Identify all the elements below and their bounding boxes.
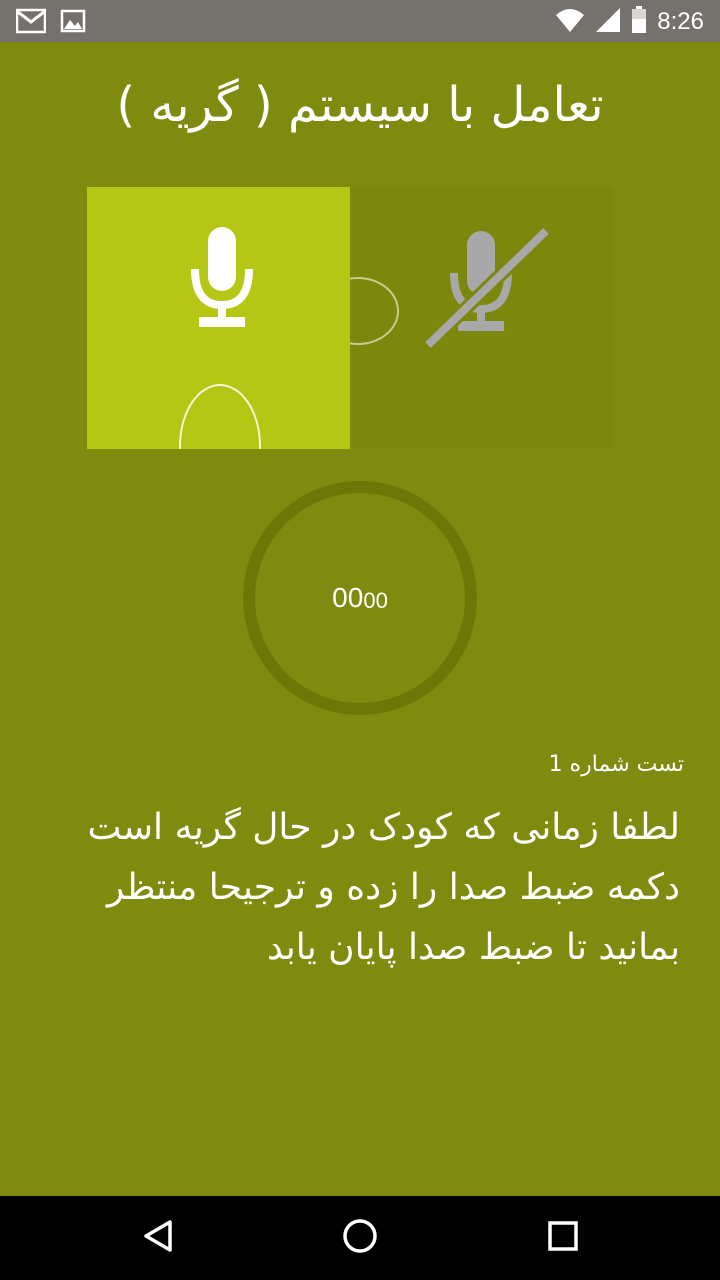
- gmail-icon: [15, 8, 47, 38]
- microphone-off-icon: [423, 225, 551, 353]
- record-button[interactable]: [87, 187, 350, 449]
- timer-main: 00: [332, 582, 364, 613]
- recents-icon: [547, 1220, 579, 1256]
- status-time: 8:26: [657, 8, 704, 35]
- home-button[interactable]: [336, 1216, 384, 1260]
- battery-icon: [631, 6, 647, 38]
- timer-sub: 00: [363, 588, 388, 613]
- image-icon: [60, 8, 86, 38]
- mic-selector: [87, 187, 613, 449]
- instruction-line-2: دکمه ضبط صدا را زده و ترجیحا منتظر: [106, 867, 680, 908]
- status-bar: 8:26: [0, 0, 720, 42]
- test-label: تست شماره 1: [548, 752, 684, 777]
- navigation-bar: [0, 1196, 720, 1280]
- instruction-line-1: لطفا زمانی که کودک در حال گریه است: [87, 807, 680, 848]
- microphone-icon: [187, 223, 257, 337]
- timer-ring: 00 00: [243, 481, 477, 715]
- back-button[interactable]: [134, 1216, 182, 1260]
- recents-button[interactable]: [539, 1216, 587, 1260]
- signal-icon: [595, 7, 621, 37]
- back-icon: [142, 1219, 174, 1257]
- page-title: تعامل با سیستم ( گریه ): [116, 77, 604, 133]
- touch-ripple: [179, 384, 261, 449]
- instruction-line-3: بمانید تا ضبط صدا پایان یابد: [266, 927, 680, 968]
- home-icon: [342, 1218, 378, 1258]
- timer-display: 00 00: [255, 493, 465, 703]
- wifi-icon: [555, 7, 585, 37]
- instructions: لطفا زمانی که کودک در حال گریه است دکمه …: [40, 798, 680, 978]
